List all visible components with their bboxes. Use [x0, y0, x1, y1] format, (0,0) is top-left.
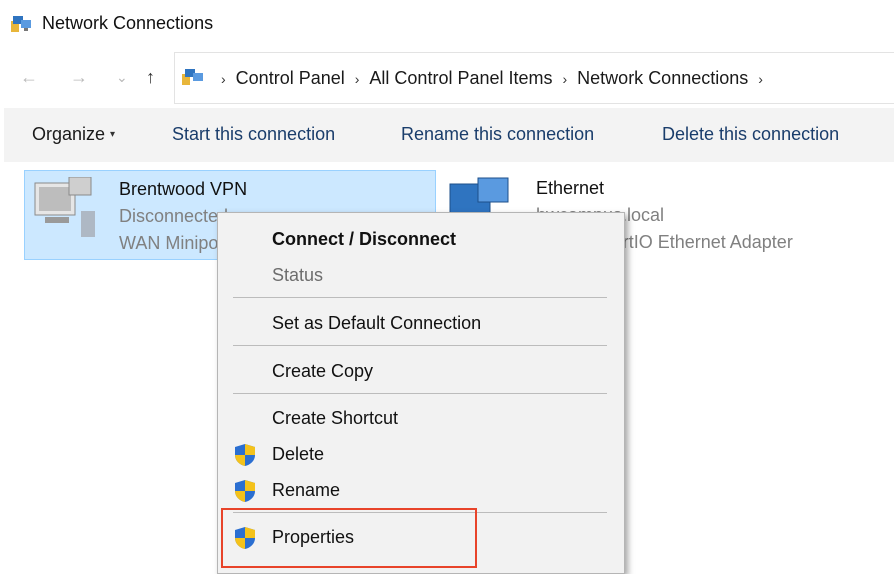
breadcrumb-separator[interactable]: › — [355, 71, 360, 87]
breadcrumb-separator[interactable]: › — [758, 71, 763, 87]
menu-item-create-shortcut[interactable]: Create Shortcut — [218, 402, 624, 436]
breadcrumb-separator[interactable]: › — [221, 71, 226, 87]
recent-locations-icon[interactable]: ⌄ — [116, 68, 128, 86]
connection-name: Ethernet — [536, 178, 605, 198]
up-arrow-icon[interactable]: ↑ — [146, 68, 155, 86]
forward-arrow-icon[interactable]: → — [70, 68, 88, 86]
back-arrow-icon[interactable]: ← — [20, 68, 38, 86]
delete-connection-button[interactable]: Delete this connection — [662, 124, 839, 145]
menu-item-label: Delete — [272, 444, 325, 464]
menu-separator — [233, 345, 607, 346]
vpn-connection-icon — [34, 177, 95, 237]
menu-item-rename[interactable]: Rename — [218, 474, 624, 508]
breadcrumb-network-connections[interactable]: Network Connections — [577, 68, 748, 88]
address-row: ← → ⌄ ↑ › Control Panel › All Control Panel… — [0, 52, 894, 104]
menu-item-set-default[interactable]: Set as Default Connection — [218, 307, 624, 341]
menu-item-label: Create Copy — [272, 361, 374, 381]
connection-name: Brentwood VPN — [119, 179, 248, 199]
menu-item-create-copy[interactable]: Create Copy — [218, 355, 624, 389]
menu-item-label: Create Shortcut — [272, 408, 399, 428]
address-bar[interactable]: › Control Panel › All Control Panel Items › N… — [174, 52, 894, 104]
rename-connection-button[interactable]: Rename this connection — [401, 124, 594, 145]
menu-item-status: Status — [218, 259, 624, 293]
breadcrumb-all-items[interactable]: All Control Panel Items — [369, 68, 552, 88]
properties-highlight-box — [221, 508, 477, 568]
menu-item-label: Set as Default Connection — [272, 313, 482, 333]
uac-shield-icon — [235, 480, 255, 502]
menu-separator — [233, 393, 607, 394]
command-bar: Organize ▾ Start this connection Rename t… — [4, 108, 894, 162]
menu-item-label: Connect / Disconnect — [272, 229, 457, 249]
breadcrumb-control-panel[interactable]: Control Panel — [236, 68, 345, 88]
menu-item-connect-disconnect[interactable]: Connect / Disconnect — [218, 223, 624, 257]
uac-shield-icon — [235, 444, 255, 466]
breadcrumb-separator[interactable]: › — [563, 71, 568, 87]
title-bar: Network Connections — [0, 0, 894, 46]
organize-button[interactable]: Organize ▾ — [32, 124, 115, 145]
dropdown-caret-icon: ▾ — [110, 129, 116, 140]
menu-item-label: Rename — [272, 480, 341, 500]
menu-item-label: Status — [272, 265, 324, 285]
menu-item-delete[interactable]: Delete — [218, 438, 624, 472]
window-title: Network Connections — [42, 13, 214, 33]
breadcrumb: › Control Panel › All Control Panel Items › N… — [211, 68, 773, 89]
connection-status: Disconnected — [119, 206, 229, 226]
control-panel-icon — [182, 69, 203, 85]
organize-label: Organize — [32, 124, 106, 144]
network-connections-icon — [11, 16, 31, 32]
menu-separator — [233, 297, 607, 298]
start-connection-button[interactable]: Start this connection — [172, 124, 335, 145]
